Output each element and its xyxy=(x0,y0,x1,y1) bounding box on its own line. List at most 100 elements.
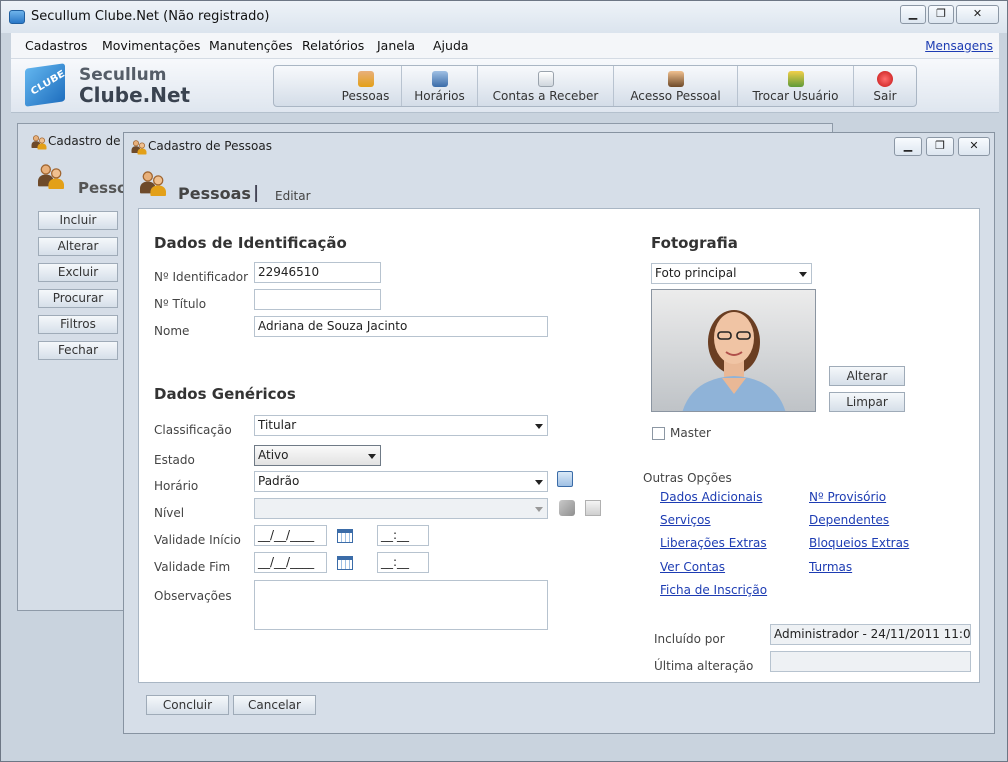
turmas-link[interactable]: Turmas xyxy=(809,560,852,574)
outras-opcoes-title: Outras Opções xyxy=(643,471,732,485)
incluir-button[interactable]: Incluir xyxy=(38,211,118,230)
menu-relatorios[interactable]: Relatórios xyxy=(302,38,364,53)
calendar-clock-icon xyxy=(431,71,448,87)
id-label: Nº Identificador xyxy=(154,270,249,284)
nivel-select[interactable] xyxy=(254,498,548,519)
ficha-inscricao-link[interactable]: Ficha de Inscrição xyxy=(660,583,767,597)
incluido-por-field: Administrador - 24/11/2011 11:09 xyxy=(770,624,971,645)
servicos-link[interactable]: Serviços xyxy=(660,513,711,527)
liberacoes-extras-link[interactable]: Liberações Extras xyxy=(660,536,767,550)
toolbar-trocar-usuario-button[interactable]: Trocar Usuário xyxy=(738,66,854,106)
chevron-down-icon xyxy=(535,507,543,512)
bloqueios-extras-link[interactable]: Bloqueios Extras xyxy=(809,536,909,550)
horario-value: Padrão xyxy=(258,474,300,488)
validade-fim-time-field[interactable]: __:__ xyxy=(377,552,429,573)
maximize-button[interactable]: ❐ xyxy=(928,5,954,24)
fechar-button[interactable]: Fechar xyxy=(38,341,118,360)
observacoes-label: Observações xyxy=(154,589,232,603)
alterar-photo-button[interactable]: Alterar xyxy=(829,366,905,386)
dialog-maximize-button[interactable]: ❐ xyxy=(926,137,954,156)
ultima-alteracao-label: Última alteração xyxy=(654,659,754,673)
close-button[interactable]: ✕ xyxy=(956,5,999,24)
menu-manutencoes[interactable]: Manutenções xyxy=(209,38,293,53)
estado-value: Ativo xyxy=(258,448,289,462)
minimize-button[interactable]: ▁ xyxy=(900,5,926,24)
person-photo xyxy=(651,289,816,412)
dialog-title: Cadastro de Pessoas xyxy=(148,139,272,153)
toolbar-button-label: Sair xyxy=(873,89,897,103)
heading-separator: | xyxy=(253,183,260,203)
toolbar-button-label: Acesso Pessoal xyxy=(630,89,721,103)
app-logo-icon xyxy=(9,10,25,24)
chevron-down-icon xyxy=(535,424,543,429)
numero-provisorio-link[interactable]: Nº Provisório xyxy=(809,490,886,504)
toolbar-sair-button[interactable]: Sair xyxy=(854,66,916,106)
validade-fim-label: Validade Fim xyxy=(154,560,231,574)
calendar-icon[interactable] xyxy=(337,529,353,543)
nivel-add-icon[interactable] xyxy=(585,500,601,516)
people-icon xyxy=(31,135,48,150)
form-panel: Dados de Identificação Nº Identificador … xyxy=(138,208,980,683)
toolbar-button-label: Contas a Receber xyxy=(492,89,599,103)
incluido-por-label: Incluído por xyxy=(654,632,725,646)
calendar-icon[interactable] xyxy=(337,556,353,570)
people-icon xyxy=(139,170,168,196)
brand-name-line2: Clube.Net xyxy=(79,83,191,107)
toolbar-acesso-button[interactable]: Acesso Pessoal xyxy=(614,66,738,106)
chevron-down-icon xyxy=(799,272,807,277)
observacoes-textarea[interactable] xyxy=(254,580,548,630)
limpar-photo-button[interactable]: Limpar xyxy=(829,392,905,412)
menu-ajuda[interactable]: Ajuda xyxy=(433,38,469,53)
id-field[interactable]: 22946510 xyxy=(254,262,381,283)
section-genericos-title: Dados Genéricos xyxy=(154,385,296,403)
bg-window-heading: Pesso xyxy=(78,179,128,197)
filtros-button[interactable]: Filtros xyxy=(38,315,118,334)
menu-cadastros[interactable]: Cadastros xyxy=(25,38,87,53)
people-icon xyxy=(357,71,374,87)
cancelar-button[interactable]: Cancelar xyxy=(233,695,316,715)
toolbar-horarios-button[interactable]: Horários xyxy=(402,66,478,106)
validade-inicio-time-field[interactable]: __:__ xyxy=(377,525,429,546)
estado-select[interactable]: Ativo xyxy=(254,445,381,466)
switch-user-icon xyxy=(787,71,804,87)
cadastro-pessoas-dialog: Cadastro de Pessoas ▁ ❐ ✕ Pessoas | Edit… xyxy=(123,132,995,734)
nome-label: Nome xyxy=(154,324,190,338)
menu-janela[interactable]: Janela xyxy=(377,38,415,53)
dialog-close-button[interactable]: ✕ xyxy=(958,137,990,156)
procurar-button[interactable]: Procurar xyxy=(38,289,118,308)
validade-inicio-date-field[interactable]: __/__/____ xyxy=(254,525,327,546)
clube-logo-icon: CLUBE xyxy=(25,63,67,107)
toolbar-contas-button[interactable]: Contas a Receber xyxy=(478,66,614,106)
photo-type-select[interactable]: Foto principal xyxy=(651,263,812,284)
dados-adicionais-link[interactable]: Dados Adicionais xyxy=(660,490,762,504)
messages-link[interactable]: Mensagens xyxy=(925,39,993,53)
validade-fim-date-field[interactable]: __/__/____ xyxy=(254,552,327,573)
horario-schedule-icon[interactable] xyxy=(557,471,573,487)
alterar-list-button[interactable]: Alterar xyxy=(38,237,118,256)
nivel-edit-icon[interactable] xyxy=(559,500,575,516)
concluir-button[interactable]: Concluir xyxy=(146,695,229,715)
menu-bar: Cadastros Movimentações Manutenções Rela… xyxy=(11,33,999,59)
photo-type-value: Foto principal xyxy=(655,266,737,280)
estado-label: Estado xyxy=(154,453,195,467)
toolbar-pessoas-button[interactable]: Pessoas xyxy=(330,66,402,106)
titulo-label: Nº Título xyxy=(154,297,207,311)
titulo-field[interactable] xyxy=(254,289,381,310)
logo-text: CLUBE xyxy=(29,68,67,98)
master-checkbox[interactable] xyxy=(652,427,665,440)
dependentes-link[interactable]: Dependentes xyxy=(809,513,889,527)
dialog-minimize-button[interactable]: ▁ xyxy=(894,137,922,156)
validade-inicio-label: Validade Início xyxy=(154,533,241,547)
excluir-button[interactable]: Excluir xyxy=(38,263,118,282)
people-icon xyxy=(37,163,66,189)
window-title: Secullum Clube.Net (Não registrado) xyxy=(31,9,270,24)
classificacao-label: Classificação xyxy=(154,423,232,437)
classificacao-select[interactable]: Titular xyxy=(254,415,548,436)
nome-field[interactable]: Adriana de Souza Jacinto xyxy=(254,316,548,337)
menu-movimentacoes[interactable]: Movimentações xyxy=(102,38,200,53)
chevron-down-icon xyxy=(535,480,543,485)
ver-contas-link[interactable]: Ver Contas xyxy=(660,560,725,574)
dialog-mode-label: Editar xyxy=(275,189,311,203)
horario-select[interactable]: Padrão xyxy=(254,471,548,492)
toolbar-button-label: Horários xyxy=(414,89,465,103)
